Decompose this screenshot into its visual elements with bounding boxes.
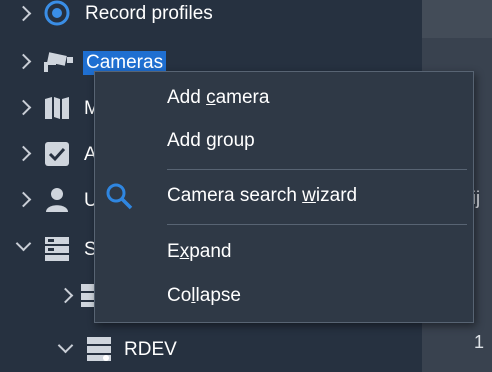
search-icon — [106, 183, 133, 210]
chevron-right-icon[interactable] — [15, 191, 32, 208]
tree-item-record-profiles[interactable]: Record profiles — [0, 0, 422, 36]
chevron-down-icon[interactable] — [57, 337, 74, 354]
chevron-down-icon[interactable] — [15, 235, 32, 252]
chevron-right-icon[interactable] — [15, 145, 32, 162]
menu-item-label: Add group — [167, 130, 255, 151]
record-profiles-icon — [44, 0, 70, 26]
menu-item-collapse[interactable]: Collapse — [95, 276, 473, 316]
server-icon — [87, 337, 111, 361]
map-icon — [45, 97, 69, 119]
partial-number: 1 — [474, 332, 485, 352]
menu-separator — [167, 224, 467, 225]
menu-item-label: Camera search wizard — [167, 185, 358, 206]
menu-item-label: Expand — [167, 241, 232, 262]
camera-icon — [44, 52, 73, 72]
checkbox-icon — [45, 142, 69, 166]
tree-item-label: RDEV — [124, 339, 177, 360]
user-icon — [46, 188, 68, 212]
chevron-right-icon[interactable] — [15, 99, 32, 116]
menu-item-add-camera[interactable]: Add camera — [95, 78, 473, 118]
menu-item-label: Collapse — [167, 285, 241, 306]
right-pane-header — [422, 0, 492, 38]
chevron-right-icon[interactable] — [57, 287, 74, 304]
menu-separator — [167, 169, 467, 170]
chevron-right-icon[interactable] — [15, 5, 32, 22]
tree-item-rdev[interactable]: RDEV — [0, 332, 422, 368]
menu-item-add-group[interactable]: Add group — [95, 121, 473, 161]
tree-item-label: Record profiles — [85, 3, 213, 24]
server-icon — [45, 237, 69, 261]
chevron-right-icon[interactable] — [15, 53, 32, 70]
server-icon — [81, 284, 94, 307]
menu-item-label: Add camera — [167, 87, 270, 108]
menu-item-expand[interactable]: Expand — [95, 232, 473, 272]
menu-item-camera-search-wizard[interactable]: Camera search wizard — [95, 176, 473, 216]
context-menu: Add camera Add group Camera search wizar… — [94, 71, 474, 323]
